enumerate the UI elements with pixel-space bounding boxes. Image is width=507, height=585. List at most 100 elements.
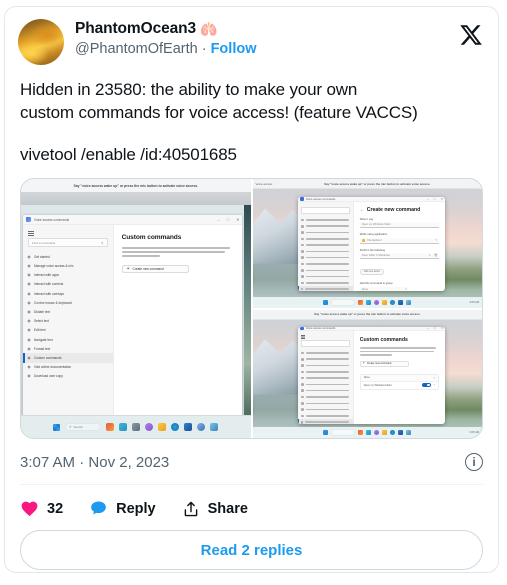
- delete-icon[interactable]: 🗑: [434, 254, 437, 257]
- sidebar-item[interactable]: Download user copy: [23, 372, 113, 381]
- taskbar-app-icon[interactable]: [406, 299, 412, 305]
- field-action-row[interactable]: Open folder C:\Windows ✎ 🗑: [359, 253, 440, 260]
- sidebar-item[interactable]: Dictate text: [23, 307, 113, 316]
- taskbar-app-icon[interactable]: [197, 423, 206, 432]
- taskbar-app-icon[interactable]: [171, 423, 180, 432]
- sidebar-item[interactable]: Select text: [23, 317, 113, 326]
- sidebar-item[interactable]: Get started: [23, 252, 113, 261]
- window-controls[interactable]: – □ ✕: [217, 217, 239, 222]
- sidebar-item[interactable]: Interact with apps: [23, 271, 113, 280]
- display-name[interactable]: PhantomOcean3: [75, 20, 196, 38]
- maximize-icon[interactable]: □: [434, 197, 436, 201]
- sidebar-item[interactable]: Format text: [23, 344, 113, 353]
- minimize-icon[interactable]: –: [427, 327, 429, 331]
- close-icon[interactable]: ✕: [236, 217, 239, 222]
- media-image-2[interactable]: Voice access Say "voice access wake up" …: [252, 179, 482, 308]
- reply-label: Reply: [116, 500, 156, 517]
- window-body: Find a command ⚲ Get started Manage voice…: [23, 225, 242, 417]
- taskbar-app-icon[interactable]: [358, 430, 364, 436]
- command-row-controls[interactable]: ˅: [421, 382, 436, 388]
- media-image-1[interactable]: Say "voice access wake up" or press the …: [21, 179, 251, 439]
- windows-taskbar[interactable]: 3:05 AM: [252, 296, 482, 308]
- chevron-down-icon[interactable]: ˅: [436, 238, 438, 242]
- taskbar-app-icon[interactable]: [390, 299, 396, 305]
- start-button-icon[interactable]: [323, 299, 329, 305]
- share-button[interactable]: Share: [182, 500, 248, 518]
- like-button[interactable]: 32: [20, 499, 63, 518]
- sidebar-item[interactable]: Interact with controls: [23, 280, 113, 289]
- sidebar-item[interactable]: Control mouse & keyboard: [23, 298, 113, 307]
- edit-pencil-icon[interactable]: ✎: [429, 254, 431, 257]
- hamburger-icon[interactable]: [301, 335, 306, 336]
- action-row-icons[interactable]: ✎ 🗑: [429, 254, 437, 257]
- taskbar-app-icon[interactable]: [374, 430, 380, 436]
- sidebar-search-input[interactable]: [301, 206, 350, 214]
- taskbar-app-icon[interactable]: [374, 299, 380, 305]
- sidebar-item[interactable]: [298, 286, 353, 292]
- field-input[interactable]: Open my Windows folder: [359, 222, 440, 229]
- close-icon[interactable]: ✕: [441, 327, 444, 331]
- hamburger-icon[interactable]: [28, 231, 34, 233]
- taskbar-app-icon[interactable]: [382, 430, 388, 436]
- taskbar-search-box[interactable]: [331, 429, 356, 437]
- create-new-command-button[interactable]: + Create new command: [121, 265, 190, 274]
- follow-button[interactable]: Follow: [211, 41, 257, 58]
- taskbar-app-icon[interactable]: [398, 299, 404, 305]
- command-enabled-toggle[interactable]: [421, 382, 431, 388]
- taskbar-search-box[interactable]: ⚲ Search: [65, 423, 102, 432]
- chevron-down-icon[interactable]: ˅: [434, 383, 436, 387]
- x-logo-icon[interactable]: [459, 23, 483, 47]
- windows-taskbar[interactable]: ⚲ Search: [21, 415, 251, 439]
- taskbar-app-icon[interactable]: [366, 430, 372, 436]
- chevron-down-icon[interactable]: ˅: [434, 376, 436, 380]
- command-search-input[interactable]: Find a command ⚲: [28, 238, 108, 248]
- sidebar-item[interactable]: Edit text: [23, 326, 113, 335]
- info-icon[interactable]: i: [465, 453, 483, 472]
- command-group-header[interactable]: None ˅: [360, 374, 439, 382]
- taskbar-app-icon[interactable]: [390, 430, 396, 436]
- sidebar-item[interactable]: Manage voice access & mic: [23, 261, 113, 270]
- start-button-icon[interactable]: [323, 430, 329, 436]
- close-icon[interactable]: ✕: [441, 197, 444, 201]
- sidebar-item[interactable]: Visit online documentation: [23, 363, 113, 372]
- field-select[interactable]: File Explorer ˅: [359, 237, 440, 244]
- sidebar-item[interactable]: [298, 419, 353, 425]
- taskbar-app-icon[interactable]: [398, 430, 404, 436]
- sidebar-item[interactable]: Interact with overlays: [23, 289, 113, 298]
- sidebar-item[interactable]: Custom commands: [23, 353, 113, 363]
- timestamp[interactable]: 3:07 AM · Nov 2, 2023: [20, 454, 169, 471]
- voice-access-commands-window: Voice access commands – □ ✕ Find a comma…: [23, 215, 242, 417]
- taskbar-app-icon[interactable]: [119, 423, 128, 432]
- minimize-icon[interactable]: –: [217, 217, 219, 222]
- window-controls[interactable]: – □ ✕: [427, 197, 443, 201]
- taskbar-app-icon[interactable]: [158, 423, 167, 432]
- taskbar-app-icon[interactable]: [132, 423, 141, 432]
- taskbar-app-icon[interactable]: [210, 423, 219, 432]
- taskbar-app-icon[interactable]: [106, 423, 115, 432]
- tweet-media-grid[interactable]: Say "voice access wake up" or press the …: [20, 178, 483, 440]
- add-new-action-button[interactable]: Add new action: [359, 268, 385, 275]
- taskbar-app-icon[interactable]: [184, 423, 193, 432]
- create-new-command-button[interactable]: + Create new command: [359, 360, 410, 367]
- sidebar-search-input[interactable]: [301, 339, 350, 347]
- minimize-icon[interactable]: –: [427, 197, 429, 201]
- command-row[interactable]: Open my Windows folder ˅: [360, 381, 439, 389]
- author-handle[interactable]: @PhantomOfEarth: [75, 41, 198, 58]
- taskbar-app-icon[interactable]: [145, 423, 154, 432]
- back-arrow-icon[interactable]: ←: [360, 207, 364, 212]
- media-image-3[interactable]: Say "voice access wake up" or press the …: [252, 309, 482, 439]
- read-replies-button[interactable]: Read 2 replies: [20, 530, 483, 571]
- windows-taskbar[interactable]: 3:05 AM: [252, 427, 482, 439]
- taskbar-app-icon[interactable]: [358, 299, 364, 305]
- maximize-icon[interactable]: □: [227, 217, 229, 222]
- reply-button[interactable]: Reply: [89, 499, 156, 518]
- taskbar-app-icon[interactable]: [406, 430, 412, 436]
- maximize-icon[interactable]: □: [434, 327, 436, 331]
- avatar[interactable]: [18, 19, 64, 65]
- start-button-icon[interactable]: [53, 423, 61, 431]
- taskbar-app-icon[interactable]: [366, 299, 372, 305]
- sidebar-item[interactable]: Navigate text: [23, 335, 113, 344]
- taskbar-app-icon[interactable]: [382, 299, 388, 305]
- taskbar-search-box[interactable]: [331, 298, 356, 306]
- window-controls[interactable]: – □ ✕: [427, 327, 443, 331]
